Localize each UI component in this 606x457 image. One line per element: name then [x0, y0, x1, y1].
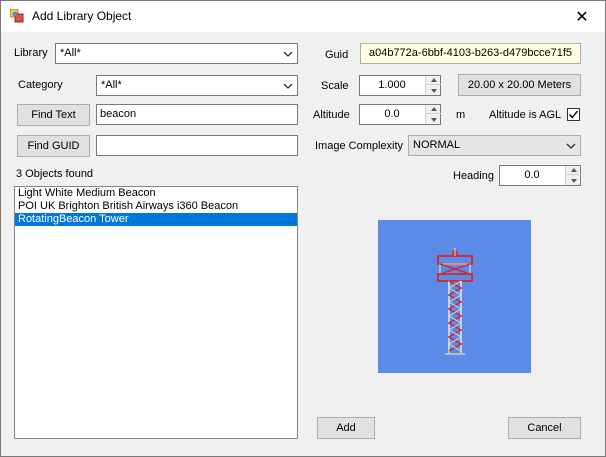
- down-arrow-icon: [570, 178, 577, 183]
- close-icon: ✕: [575, 8, 589, 26]
- stepper-down-button[interactable]: [566, 176, 581, 185]
- find-text-input[interactable]: beacon: [96, 104, 298, 125]
- down-arrow-icon: [430, 117, 437, 122]
- altitude-label: Altitude: [313, 109, 350, 121]
- stepper-up-button[interactable]: [566, 166, 581, 175]
- stepper-up-button[interactable]: [426, 105, 441, 114]
- close-button[interactable]: ✕: [559, 1, 605, 32]
- up-arrow-icon: [570, 168, 577, 172]
- altitude-agl-label: Altitude is AGL: [489, 109, 562, 121]
- altitude-agl-checkbox[interactable]: [567, 108, 580, 121]
- stepper-arrows: [565, 166, 581, 185]
- find-guid-button[interactable]: Find GUID: [17, 135, 90, 157]
- heading-value: 0.0: [524, 169, 540, 181]
- cancel-button[interactable]: Cancel: [508, 417, 581, 439]
- scale-stepper[interactable]: 1.000: [359, 75, 441, 96]
- results-count: 3 Objects found: [16, 168, 94, 180]
- chevron-down-icon: [283, 83, 293, 89]
- heading-stepper[interactable]: 0.0: [499, 165, 581, 186]
- stepper-up-button[interactable]: [426, 76, 441, 85]
- size-button[interactable]: 20.00 x 20.00 Meters: [458, 74, 581, 96]
- list-item-selected[interactable]: RotatingBeacon Tower: [15, 213, 297, 226]
- up-arrow-icon: [430, 78, 437, 82]
- library-value: *All*: [60, 47, 81, 59]
- scale-value: 1.000: [378, 79, 406, 91]
- find-text-button[interactable]: Find Text: [17, 104, 90, 126]
- results-list[interactable]: Light White Medium Beacon POI UK Brighto…: [14, 186, 298, 439]
- stepper-arrows: [425, 105, 441, 124]
- category-dropdown[interactable]: *All*: [96, 75, 298, 96]
- altitude-unit: m: [456, 109, 466, 121]
- chevron-down-icon: [566, 143, 576, 149]
- add-library-object-dialog: Add Library Object ✕ Library *All* Categ…: [0, 0, 606, 457]
- scale-label: Scale: [321, 80, 349, 92]
- guid-field[interactable]: a04b772a-6bbf-4103-b263-d479bcce71f5: [360, 43, 581, 64]
- altitude-stepper[interactable]: 0.0: [359, 104, 441, 125]
- stepper-down-button[interactable]: [426, 86, 441, 95]
- title-bar: Add Library Object ✕: [1, 1, 605, 32]
- add-button[interactable]: Add: [317, 417, 375, 439]
- find-guid-input[interactable]: [96, 135, 298, 156]
- library-label: Library: [14, 47, 48, 59]
- image-complexity-dropdown[interactable]: NORMAL: [408, 135, 581, 156]
- chevron-down-icon: [283, 51, 293, 57]
- up-arrow-icon: [430, 107, 437, 111]
- checkmark-icon: [568, 110, 579, 119]
- library-dropdown[interactable]: *All*: [55, 43, 298, 64]
- window-title: Add Library Object: [32, 9, 132, 23]
- heading-label: Heading: [453, 170, 494, 182]
- altitude-value: 0.0: [384, 108, 400, 120]
- object-preview-image: [378, 220, 531, 373]
- category-label: Category: [18, 79, 63, 91]
- image-complexity-label: Image Complexity: [315, 140, 404, 152]
- app-icon: [10, 9, 24, 23]
- down-arrow-icon: [430, 88, 437, 93]
- beacon-tower-image: [437, 248, 473, 355]
- image-complexity-value: NORMAL: [413, 139, 461, 151]
- list-item[interactable]: POI UK Brighton British Airways i360 Bea…: [15, 200, 297, 213]
- list-item[interactable]: Light White Medium Beacon: [15, 187, 297, 200]
- guid-label: Guid: [325, 49, 349, 61]
- stepper-arrows: [425, 76, 441, 95]
- stepper-down-button[interactable]: [426, 115, 441, 124]
- category-value: *All*: [101, 79, 122, 91]
